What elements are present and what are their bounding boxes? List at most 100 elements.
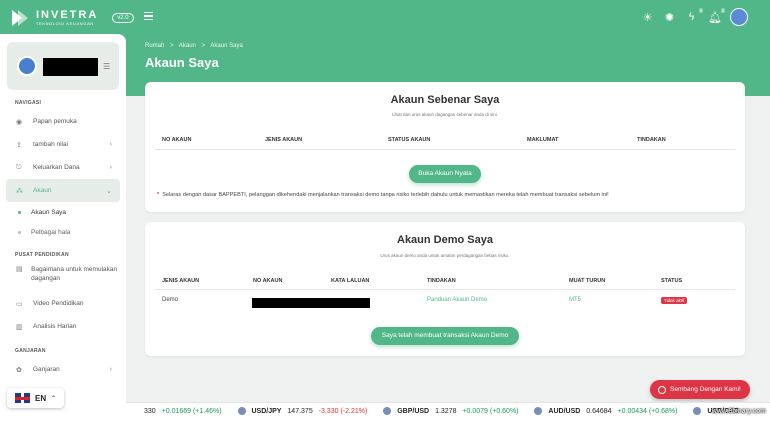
page-title: Akaun Saya	[145, 55, 219, 70]
column-header: NO AKAUN	[253, 278, 283, 284]
divider	[155, 149, 735, 150]
column-header: STATUS AKAUN	[388, 137, 431, 143]
demo-account-card: Akaun Demo Saya Urus akaun demo anda unt…	[145, 222, 745, 356]
filter-menu-icon[interactable]: ☰	[103, 62, 110, 71]
card-subtitle: Lihat dan urus akaun dagangan sebenar an…	[391, 112, 499, 117]
note-text: Selaras dengan dasar BAPPEBTI, pelanggan…	[162, 192, 609, 198]
currency-flag-icon	[383, 407, 392, 416]
ticker-price: 0.64684	[586, 408, 612, 415]
ticker-symbol: AUD/USD	[548, 408, 581, 415]
chevron-up-icon: ⌃	[51, 395, 57, 402]
brand-logo[interactable]: INVETRA TEKNOLOGI KEUANGAN v2.0	[12, 9, 134, 27]
currency-flag-icon	[693, 407, 702, 416]
ticker-item[interactable]: USD/JPY 147.375 -3.330 (-2.21%)	[237, 403, 368, 421]
note-asterisk: *	[157, 192, 160, 198]
bell-icon[interactable]: 🔔︎ 2	[708, 7, 725, 24]
breadcrumb-separator: >	[201, 43, 206, 49]
sidebar-item-account[interactable]: ⁂ Akaun ⌄	[6, 179, 120, 202]
breadcrumb-separator: >	[170, 43, 174, 49]
ticker-price: 147.375	[287, 408, 313, 415]
sidebar-subitem-my-account[interactable]: Akaun Saya	[0, 202, 126, 222]
withdraw-icon: ⎋	[16, 163, 22, 171]
card-subtitle: Urus akaun demo anda untuk amalan perdag…	[380, 253, 510, 258]
download-mt5-link[interactable]: MT5	[569, 297, 581, 303]
sun-icon[interactable]: ☀	[642, 11, 653, 24]
ticker-symbol: GBP/USD	[397, 408, 430, 415]
sidebar-item-withdraw[interactable]: ⎋ Keluarkan Dana ›	[0, 156, 126, 179]
demo-guide-link[interactable]: Panduan Akaun Demo	[427, 297, 487, 303]
deposit-icon: ⇪	[16, 141, 22, 149]
language-label: EN	[35, 393, 47, 403]
chevron-right-icon: ›	[109, 366, 112, 373]
whatsapp-chat-button[interactable]: Sembang Dengan Kami!	[650, 380, 750, 399]
chevron-right-icon: ›	[109, 164, 112, 171]
logo-name: INVETRA	[36, 9, 99, 21]
sidebar-subitem-label: Akaun Saya	[31, 208, 67, 216]
sidebar-item-label: Ganjaran	[33, 366, 60, 373]
demo-account-type: Demo	[162, 297, 179, 303]
sidebar-item-label: Papan pemuka	[33, 118, 77, 125]
ticker-item[interactable]: 330 +0.01669 (+1.46%)	[144, 403, 222, 421]
sidebar-item-deposit[interactable]: ⇪ tambah nilai ›	[0, 133, 126, 156]
notif-count: 0	[698, 8, 703, 13]
card-title: Akaun Demo Saya	[397, 234, 493, 246]
sidebar-item-label: Keluarkan Dana	[33, 164, 80, 171]
settings-icon[interactable]: ✺	[664, 11, 675, 24]
whatsapp-icon	[658, 385, 666, 394]
column-header: STATUS	[661, 278, 683, 284]
sidebar-item-dashboard[interactable]: ◉ Papan pemuka	[0, 110, 126, 133]
ticker-change: +0.01669 (+1.46%)	[161, 408, 222, 415]
redacted-account-number	[252, 298, 370, 308]
sidebar-item-label: Video Pendidikan	[33, 300, 84, 307]
sidebar-item-analysis[interactable]: ▥ Analisis Harian	[0, 315, 126, 338]
column-header: MAKLUMAT	[527, 137, 559, 143]
ticker-change: +0.00434 (+0.68%)	[617, 408, 678, 415]
avatar	[17, 56, 37, 76]
ticker-item[interactable]: AUD/USD 0.64684 +0.00434 (+0.68%)	[534, 403, 677, 421]
column-header: TINDAKAN	[637, 137, 666, 143]
column-header: MUAT TURUN	[569, 278, 606, 284]
ticker-symbol: USD/JPY	[251, 408, 282, 415]
sidebar-item-videos[interactable]: ▭ Video Pendidikan	[0, 292, 126, 315]
status-badge: Tidak aktif	[661, 297, 688, 304]
bullet-icon	[18, 210, 21, 214]
column-header: JENIS AKAUN	[162, 278, 200, 284]
ticker-item[interactable]: GBP/USD 1.3278 +0.0079 (+0.60%)	[383, 403, 519, 421]
policy-note: * Selaras dengan dasar BAPPEBTI, pelangga…	[157, 192, 609, 198]
currency-flag-icon	[534, 407, 543, 416]
price-ticker: 330 +0.01669 (+1.46%) USD/JPY 147.375 -3…	[126, 402, 770, 421]
sidebar-item-rewards[interactable]: ✿ Ganjaran ›	[0, 358, 126, 381]
confirm-demo-transaction-button[interactable]: Saya telah membuat transaksi Akaun Demo	[371, 327, 519, 345]
breadcrumb-account[interactable]: Akaun	[179, 43, 196, 49]
chart-icon: ▥	[16, 323, 23, 331]
account-icon: ⁂	[16, 187, 23, 195]
ticker-price: 330	[144, 408, 156, 415]
lightning-icon[interactable]: ϟ0	[686, 8, 703, 23]
uk-flag-icon	[15, 393, 30, 403]
sidebar-item-label: Akaun	[33, 187, 52, 194]
logo-mark-icon	[12, 9, 30, 27]
language-selector[interactable]: EN ⌃	[7, 388, 64, 408]
breadcrumb: Rumah > Akaun > Akaun Saya	[145, 43, 247, 49]
logo-tagline: TEKNOLOGI KEUANGAN	[36, 21, 94, 26]
card-title: Akaun Sebenar Saya	[390, 94, 500, 106]
bullet-icon	[18, 230, 21, 234]
ticker-change: -3.330 (-2.21%)	[318, 408, 368, 415]
sidebar-item-how-to-trade[interactable]: ▤ Bagaimana untuk memulakan dagangan	[0, 262, 126, 292]
notif-count: 2	[720, 7, 725, 13]
breadcrumb-home[interactable]: Rumah	[145, 43, 164, 49]
user-card[interactable]: ☰	[7, 42, 119, 90]
column-header: TINDAKAN	[427, 278, 456, 284]
ticker-price: 1.3278	[435, 408, 457, 415]
dashboard-icon: ◉	[16, 118, 23, 126]
open-real-account-button[interactable]: Buka Akaun Nyata	[409, 165, 481, 183]
column-header: KATA LALUAN	[331, 278, 370, 284]
whatsapp-label: Sembang Dengan Kami!	[670, 386, 741, 393]
user-avatar[interactable]	[730, 8, 748, 26]
hamburger-menu-icon[interactable]	[144, 12, 153, 20]
ticker-change: +0.0079 (+0.60%)	[462, 408, 519, 415]
sidebar-subitem-multiaccount[interactable]: Pelbagai hala	[0, 222, 126, 242]
sidebar-item-label: Analisis Harian	[33, 323, 77, 330]
sidebar-subitem-label: Pelbagai hala	[31, 228, 71, 236]
sidebar-item-label: Bagaimana untuk memulakan dagangan	[31, 266, 118, 282]
